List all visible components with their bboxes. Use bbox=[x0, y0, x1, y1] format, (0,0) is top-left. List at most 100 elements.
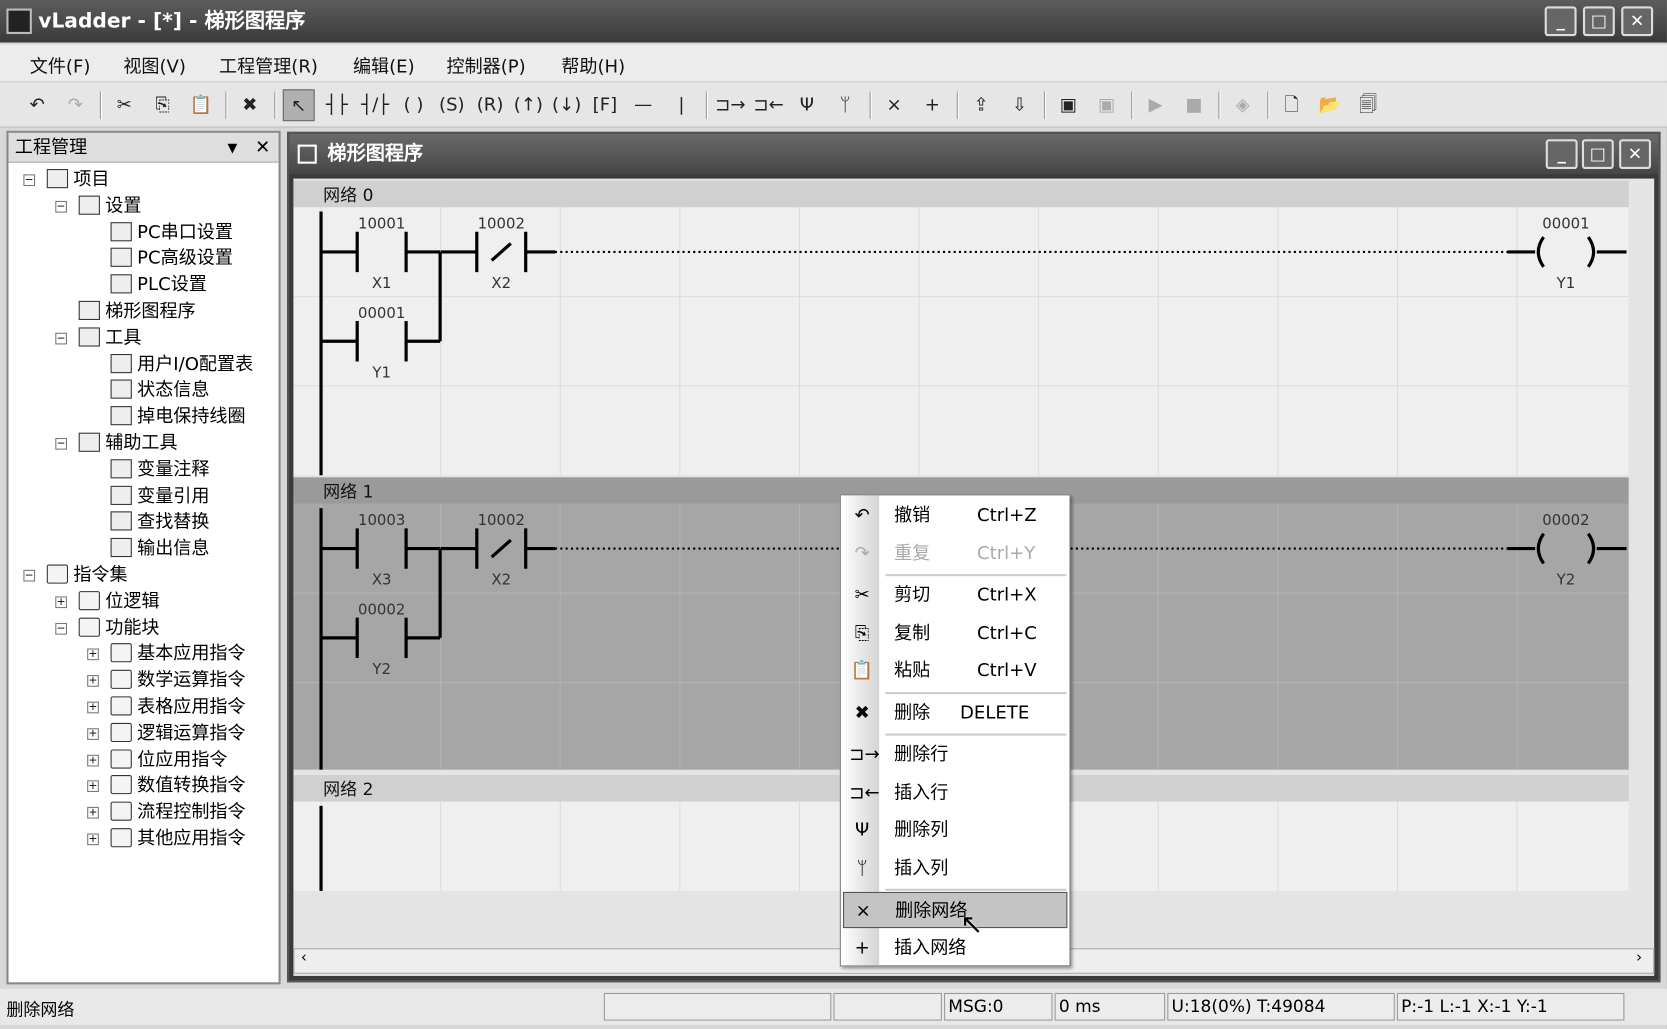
insert-column-icon[interactable]: ᛘ bbox=[829, 89, 861, 121]
menu-1[interactable]: 视图(V) bbox=[123, 51, 186, 77]
context-item-delete[interactable]: ✖ 删除 DELETE bbox=[843, 695, 1067, 731]
tree-expander-icon[interactable]: + bbox=[87, 728, 99, 740]
tree-expander-icon[interactable]: − bbox=[55, 622, 67, 635]
menu-4[interactable]: 控制器(P) bbox=[447, 51, 526, 77]
tree-item[interactable]: 其他应用指令 bbox=[110, 826, 246, 852]
function-block-icon[interactable]: [F] bbox=[589, 89, 621, 121]
context-item-paste[interactable]: 📋 粘贴 Ctrl+V bbox=[843, 653, 1067, 689]
tree-item[interactable]: 查找替换 bbox=[110, 510, 209, 536]
tree-item[interactable]: 位应用指令 bbox=[110, 747, 228, 773]
run-icon[interactable]: ▶ bbox=[1140, 89, 1172, 121]
pulse-up-icon[interactable]: (↑) bbox=[512, 89, 544, 121]
tree-expander-icon[interactable]: + bbox=[87, 701, 99, 714]
tree-item[interactable]: 设置 bbox=[78, 193, 141, 219]
cut-icon[interactable]: ✂ bbox=[108, 89, 140, 121]
tree-item[interactable]: PC高级设置 bbox=[110, 246, 233, 272]
tree-item[interactable]: 数值转换指令 bbox=[110, 773, 246, 799]
contact-no-icon[interactable]: ┤├ bbox=[321, 89, 353, 121]
tree-item[interactable]: 状态信息 bbox=[110, 378, 209, 404]
tree-expander-icon[interactable]: − bbox=[55, 332, 67, 345]
minimize-button[interactable]: _ bbox=[1544, 6, 1577, 37]
context-item-delete-network[interactable]: × 删除网络 bbox=[843, 891, 1068, 929]
tree-item[interactable]: 梯形图程序 bbox=[78, 299, 196, 325]
network-0[interactable]: 网络 0 10001 X1 10002 X2 00001 Y1 00001 Y1 bbox=[293, 180, 1629, 476]
tree-expander-icon[interactable]: + bbox=[87, 675, 99, 687]
tree-item[interactable]: 位逻辑 bbox=[78, 589, 159, 615]
copy-icon[interactable]: ⎘ bbox=[147, 89, 179, 121]
paste-icon[interactable]: 📋 bbox=[185, 89, 217, 121]
tree-item[interactable]: 工具 bbox=[78, 325, 141, 351]
close-button[interactable]: ✕ bbox=[1621, 6, 1654, 37]
menu-2[interactable]: 工程管理(R) bbox=[219, 51, 318, 77]
contact-nc-icon[interactable]: ┤/├ bbox=[359, 89, 391, 121]
tree-expander-icon[interactable]: − bbox=[23, 174, 36, 187]
delete-row-icon[interactable]: ⊐→ bbox=[714, 89, 746, 121]
redo-icon[interactable]: ↷ bbox=[60, 89, 92, 121]
download-icon[interactable]: ⇩ bbox=[1004, 89, 1036, 121]
tree-item[interactable]: 功能块 bbox=[78, 615, 159, 641]
tree-expander-icon[interactable]: + bbox=[55, 596, 67, 608]
panel-close-icon[interactable]: ✕ bbox=[255, 133, 270, 163]
tree-item[interactable]: 流程控制指令 bbox=[110, 800, 246, 826]
pulse-down-icon[interactable]: (↓) bbox=[551, 89, 583, 121]
tree-item[interactable]: PC串口设置 bbox=[110, 220, 233, 246]
panel-dropdown-icon[interactable]: ▼ bbox=[228, 133, 238, 163]
monitor-icon[interactable]: ▣ bbox=[1052, 89, 1084, 121]
menu-0[interactable]: 文件(F) bbox=[30, 51, 91, 77]
tree-item[interactable]: 项目 bbox=[46, 167, 109, 193]
select-icon[interactable]: ↖ bbox=[282, 89, 315, 122]
tree-expander-icon[interactable]: + bbox=[87, 754, 99, 767]
insert-network-icon[interactable]: + bbox=[916, 89, 948, 121]
tree-item[interactable]: 辅助工具 bbox=[78, 431, 178, 457]
coil-icon[interactable]: ( ) bbox=[398, 89, 430, 121]
delete-column-icon[interactable]: Ψ bbox=[791, 89, 823, 121]
delete-icon[interactable]: ✖ bbox=[234, 89, 266, 121]
tree-expander-icon[interactable]: + bbox=[87, 648, 99, 661]
context-item-delete-column[interactable]: Ψ 删除列 bbox=[843, 812, 1067, 848]
context-item-cut[interactable]: ✂ 剪切 Ctrl+X bbox=[843, 577, 1067, 613]
tree-expander-icon[interactable]: − bbox=[55, 200, 67, 213]
delete-network-icon[interactable]: × bbox=[878, 89, 910, 121]
tree-item[interactable]: 用户I/O配置表 bbox=[110, 351, 254, 377]
tree-item[interactable]: PLC设置 bbox=[110, 272, 207, 298]
maximize-button[interactable]: □ bbox=[1582, 6, 1615, 37]
upload-icon[interactable]: ⇪ bbox=[965, 89, 997, 121]
set-coil-icon[interactable]: (S) bbox=[436, 89, 468, 121]
menu-5[interactable]: 帮助(H) bbox=[561, 51, 625, 77]
tree-item[interactable]: 指令集 bbox=[46, 562, 128, 588]
tree-item[interactable]: 逻辑运算指令 bbox=[110, 721, 246, 747]
new-icon[interactable]: 🗋 bbox=[1276, 89, 1308, 121]
context-item-insert-column[interactable]: ᛘ 插入列 bbox=[843, 850, 1067, 886]
open-icon[interactable]: 📂 bbox=[1314, 89, 1346, 121]
tree-expander-icon[interactable]: − bbox=[55, 437, 67, 450]
context-item-insert-row[interactable]: ⊐← 插入行 bbox=[843, 774, 1067, 810]
context-item-undo[interactable]: ↶ 撤销 Ctrl+Z bbox=[843, 498, 1067, 534]
scroll-left-icon[interactable]: ‹ bbox=[301, 949, 307, 966]
tree-item[interactable]: 掉电保持线圈 bbox=[110, 404, 246, 430]
reset-coil-icon[interactable]: (R) bbox=[474, 89, 506, 121]
tree-expander-icon[interactable]: + bbox=[87, 807, 99, 819]
editor-minimize-button[interactable]: _ bbox=[1545, 139, 1578, 170]
scroll-right-icon[interactable]: › bbox=[1636, 949, 1642, 966]
tree-expander-icon[interactable]: − bbox=[23, 569, 36, 582]
context-item-redo[interactable]: ↷ 重复 Ctrl+Y bbox=[843, 535, 1067, 571]
tree-expander-icon[interactable]: + bbox=[87, 780, 99, 793]
editor-close-button[interactable]: ✕ bbox=[1619, 139, 1651, 170]
tree-item[interactable]: 变量注释 bbox=[110, 457, 209, 483]
tree-item[interactable]: 表格应用指令 bbox=[110, 694, 246, 720]
tree-item[interactable]: 数学运算指令 bbox=[110, 668, 246, 694]
monitor-off-icon[interactable]: ▣ bbox=[1091, 89, 1123, 121]
menu-3[interactable]: 编辑(E) bbox=[353, 51, 415, 77]
context-item-copy[interactable]: ⎘ 复制 Ctrl+C bbox=[843, 615, 1067, 651]
tree-item[interactable]: 基本应用指令 bbox=[110, 641, 246, 667]
stop-icon[interactable]: ■ bbox=[1178, 89, 1210, 121]
context-item-insert-network[interactable]: + 插入网络 bbox=[843, 930, 1067, 966]
horizontal-line-icon[interactable]: — bbox=[627, 89, 659, 121]
tree-expander-icon[interactable]: + bbox=[87, 833, 99, 846]
tree-item[interactable]: 输出信息 bbox=[110, 536, 209, 562]
diagnose-icon[interactable]: ◈ bbox=[1227, 89, 1259, 121]
editor-maximize-button[interactable]: □ bbox=[1581, 139, 1614, 170]
insert-row-icon[interactable]: ⊐← bbox=[753, 89, 785, 121]
context-item-delete-row[interactable]: ⊐→ 删除行 bbox=[843, 737, 1067, 773]
save-all-icon[interactable]: 🗐 bbox=[1352, 89, 1384, 121]
